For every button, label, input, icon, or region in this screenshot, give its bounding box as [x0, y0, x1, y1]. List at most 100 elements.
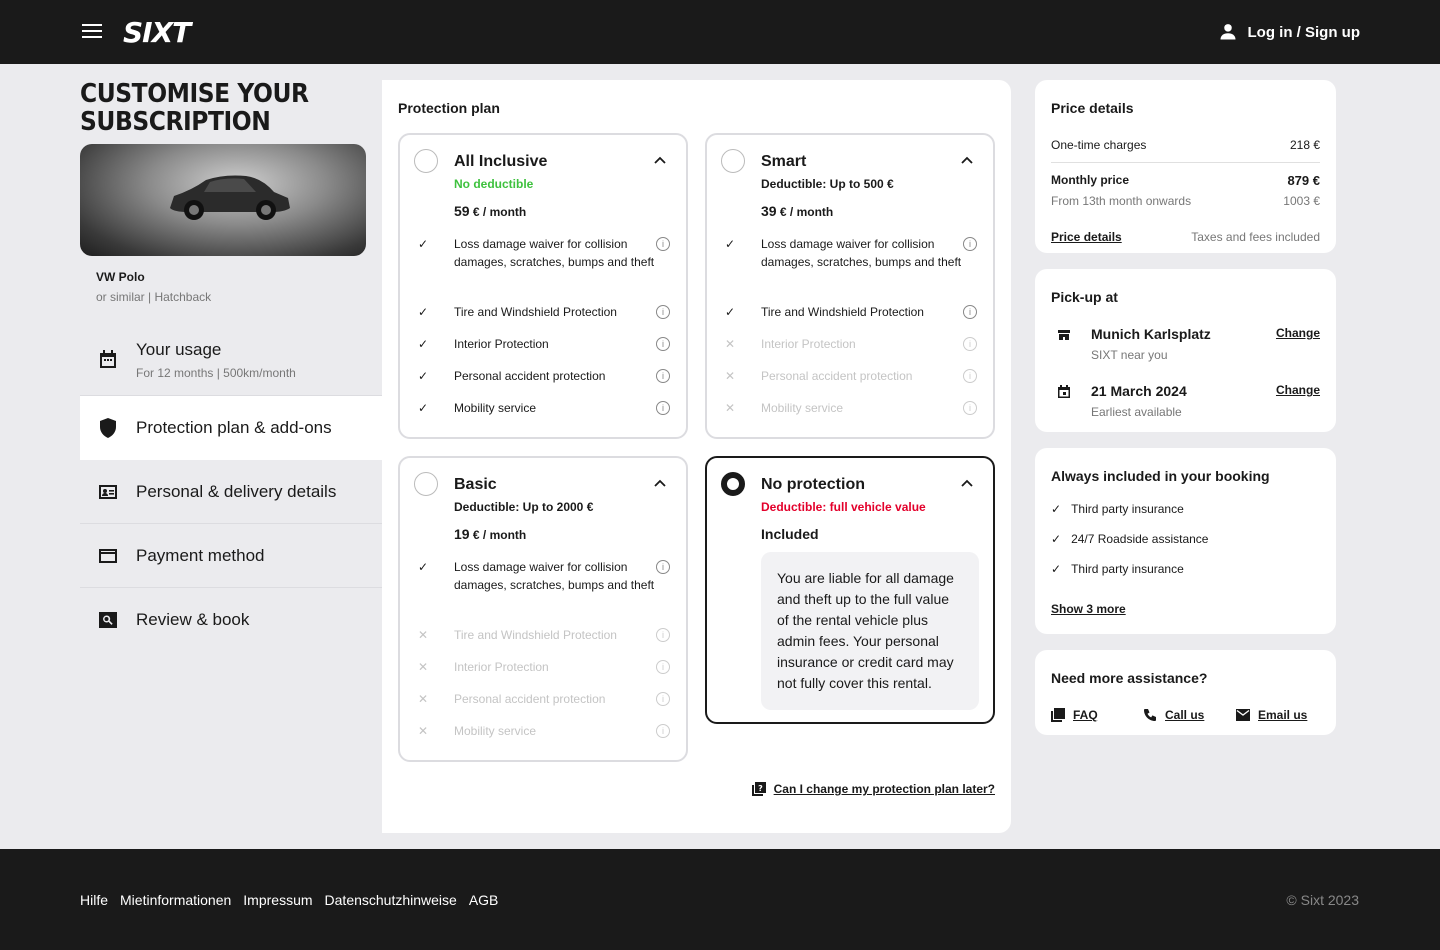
- check-icon: ✓: [418, 337, 429, 351]
- plan-deductible: Deductible: Up to 500 €: [761, 177, 894, 191]
- info-icon[interactable]: i: [963, 237, 977, 251]
- footer-link-impressum[interactable]: Impressum: [243, 892, 312, 908]
- calendar-icon: [1058, 385, 1070, 398]
- step-nav: Your usage For 12 months | 500km/month P…: [80, 324, 382, 652]
- pickup-card: Pick-up at Munich Karlsplatz SIXT near y…: [1035, 269, 1336, 432]
- login-button[interactable]: Log in / Sign up: [1218, 22, 1360, 42]
- footer-link-datenschutz[interactable]: Datenschutzhinweise: [325, 892, 457, 908]
- info-icon[interactable]: i: [656, 560, 670, 574]
- feature-item: ✓ Loss damage waiver for collision damage…: [725, 235, 977, 271]
- check-icon: ✓: [1051, 562, 1062, 576]
- plan-card-all-inclusive[interactable]: All Inclusive No deductible 59 € / month…: [398, 133, 688, 439]
- feature-item: ✓ Loss damage waiver for collision damage…: [418, 558, 670, 594]
- price-footer-row: Price details Taxes and fees included: [1051, 230, 1320, 244]
- cross-icon: ✕: [725, 337, 736, 351]
- protection-faq-link[interactable]: ? Can I change my protection plan later?: [751, 782, 995, 796]
- change-location-button[interactable]: Change: [1276, 326, 1320, 340]
- feature-item: ✕ Mobility service i: [725, 399, 977, 417]
- chevron-up-icon[interactable]: [654, 478, 666, 490]
- info-icon[interactable]: i: [656, 305, 670, 319]
- plan-card-smart[interactable]: Smart Deductible: Up to 500 € 39 € / mon…: [705, 133, 995, 439]
- info-icon[interactable]: i: [963, 337, 977, 351]
- liability-note: You are liable for all damage and theft …: [761, 552, 979, 710]
- chevron-up-icon[interactable]: [654, 155, 666, 167]
- page-title: CUSTOMISE YOUR SUBSCRIPTION: [80, 79, 309, 137]
- footer-link-hilfe[interactable]: Hilfe: [80, 892, 108, 908]
- cross-icon: ✕: [418, 660, 429, 674]
- plan-radio[interactable]: [721, 149, 745, 173]
- menu-icon[interactable]: [82, 24, 102, 40]
- check-icon: ✓: [418, 369, 429, 383]
- svg-text:?: ?: [758, 784, 763, 793]
- info-icon[interactable]: i: [963, 401, 977, 415]
- plan-deductible: Deductible: Up to 2000 €: [454, 500, 594, 514]
- nav-item-personal[interactable]: Personal & delivery details: [80, 460, 382, 524]
- plan-radio-selected[interactable]: [721, 472, 745, 496]
- info-icon[interactable]: i: [656, 724, 670, 738]
- calendar-icon: [96, 348, 120, 372]
- pickup-date-sub: Earliest available: [1091, 405, 1182, 419]
- info-icon[interactable]: i: [656, 369, 670, 383]
- info-icon[interactable]: i: [656, 401, 670, 415]
- copyright: © Sixt 2023: [1286, 892, 1359, 908]
- plan-deductible: No deductible: [454, 177, 534, 191]
- cross-icon: ✕: [725, 369, 736, 383]
- check-icon: ✓: [1051, 502, 1062, 516]
- info-icon[interactable]: i: [656, 692, 670, 706]
- nav-item-label: Protection plan & add-ons: [136, 418, 332, 437]
- chevron-up-icon[interactable]: [961, 155, 973, 167]
- included-item: ✓ 24/7 Roadside assistance: [1051, 532, 1209, 546]
- feature-item: ✕ Interior Protection i: [725, 335, 977, 353]
- price-details-link[interactable]: Price details: [1051, 230, 1122, 244]
- plan-radio[interactable]: [414, 149, 438, 173]
- faq-link[interactable]: FAQ: [1051, 708, 1143, 722]
- feature-item: ✓ Personal accident protection i: [418, 367, 670, 385]
- nav-item-label: Personal & delivery details: [136, 481, 337, 501]
- pickup-title: Pick-up at: [1051, 289, 1118, 305]
- call-us-link[interactable]: Call us: [1143, 708, 1236, 722]
- cross-icon: ✕: [725, 401, 736, 415]
- shield-icon: [96, 416, 120, 440]
- chevron-up-icon[interactable]: [961, 478, 973, 490]
- car-category: or similar | Hatchback: [96, 290, 212, 304]
- nav-item-payment[interactable]: Payment method: [80, 524, 382, 588]
- id-card-icon: [96, 480, 120, 504]
- plan-price: 39 € / month: [761, 203, 834, 219]
- info-icon[interactable]: i: [656, 337, 670, 351]
- assistance-links: FAQ Call us Email us: [1051, 708, 1320, 722]
- feature-item: ✕ Personal accident protection i: [418, 690, 670, 708]
- nav-item-label: Review & book: [136, 610, 250, 629]
- plan-name: No protection: [761, 476, 865, 493]
- nav-item-protection[interactable]: Protection plan & add-ons: [80, 396, 382, 460]
- plan-included: Included: [761, 526, 819, 542]
- phone-icon: [1144, 709, 1156, 721]
- plan-radio[interactable]: [414, 472, 438, 496]
- change-date-button[interactable]: Change: [1276, 383, 1320, 397]
- show-more-link[interactable]: Show 3 more: [1051, 602, 1320, 616]
- plan-card-basic[interactable]: Basic Deductible: Up to 2000 € 19 € / mo…: [398, 456, 688, 762]
- footer: Hilfe Mietinformationen Impressum Datens…: [0, 849, 1440, 950]
- nav-item-usage[interactable]: Your usage For 12 months | 500km/month: [80, 324, 382, 396]
- footer-link-mietinformationen[interactable]: Mietinformationen: [120, 892, 231, 908]
- info-icon[interactable]: i: [963, 369, 977, 383]
- faq-icon: ?: [751, 782, 766, 796]
- info-icon[interactable]: i: [656, 237, 670, 251]
- feature-item: ✓ Loss damage waiver for collision damage…: [418, 235, 670, 271]
- email-us-link[interactable]: Email us: [1236, 708, 1307, 722]
- info-icon[interactable]: i: [963, 305, 977, 319]
- info-icon[interactable]: i: [656, 660, 670, 674]
- sixt-logo[interactable]: SIXT: [123, 16, 191, 49]
- footer-link-agb[interactable]: AGB: [469, 892, 499, 908]
- info-icon[interactable]: i: [656, 628, 670, 642]
- nav-item-label: Your usage: [136, 339, 222, 359]
- mail-icon: [1236, 709, 1250, 721]
- protection-panel: Protection plan All Inclusive No deducti…: [382, 80, 1011, 833]
- price-details-card: Price details One-time charges 218 € Mont…: [1035, 80, 1336, 253]
- plan-card-no-protection[interactable]: No protection Deductible: full vehicle v…: [705, 456, 995, 724]
- monthly-row: Monthly price 879 €: [1051, 173, 1320, 188]
- check-icon: ✓: [418, 237, 429, 251]
- cross-icon: ✕: [418, 724, 429, 738]
- feature-item: ✓ Tire and Windshield Protection i: [418, 303, 670, 321]
- nav-item-review[interactable]: Review & book: [80, 588, 382, 652]
- location-name: Munich Karlsplatz: [1091, 326, 1211, 342]
